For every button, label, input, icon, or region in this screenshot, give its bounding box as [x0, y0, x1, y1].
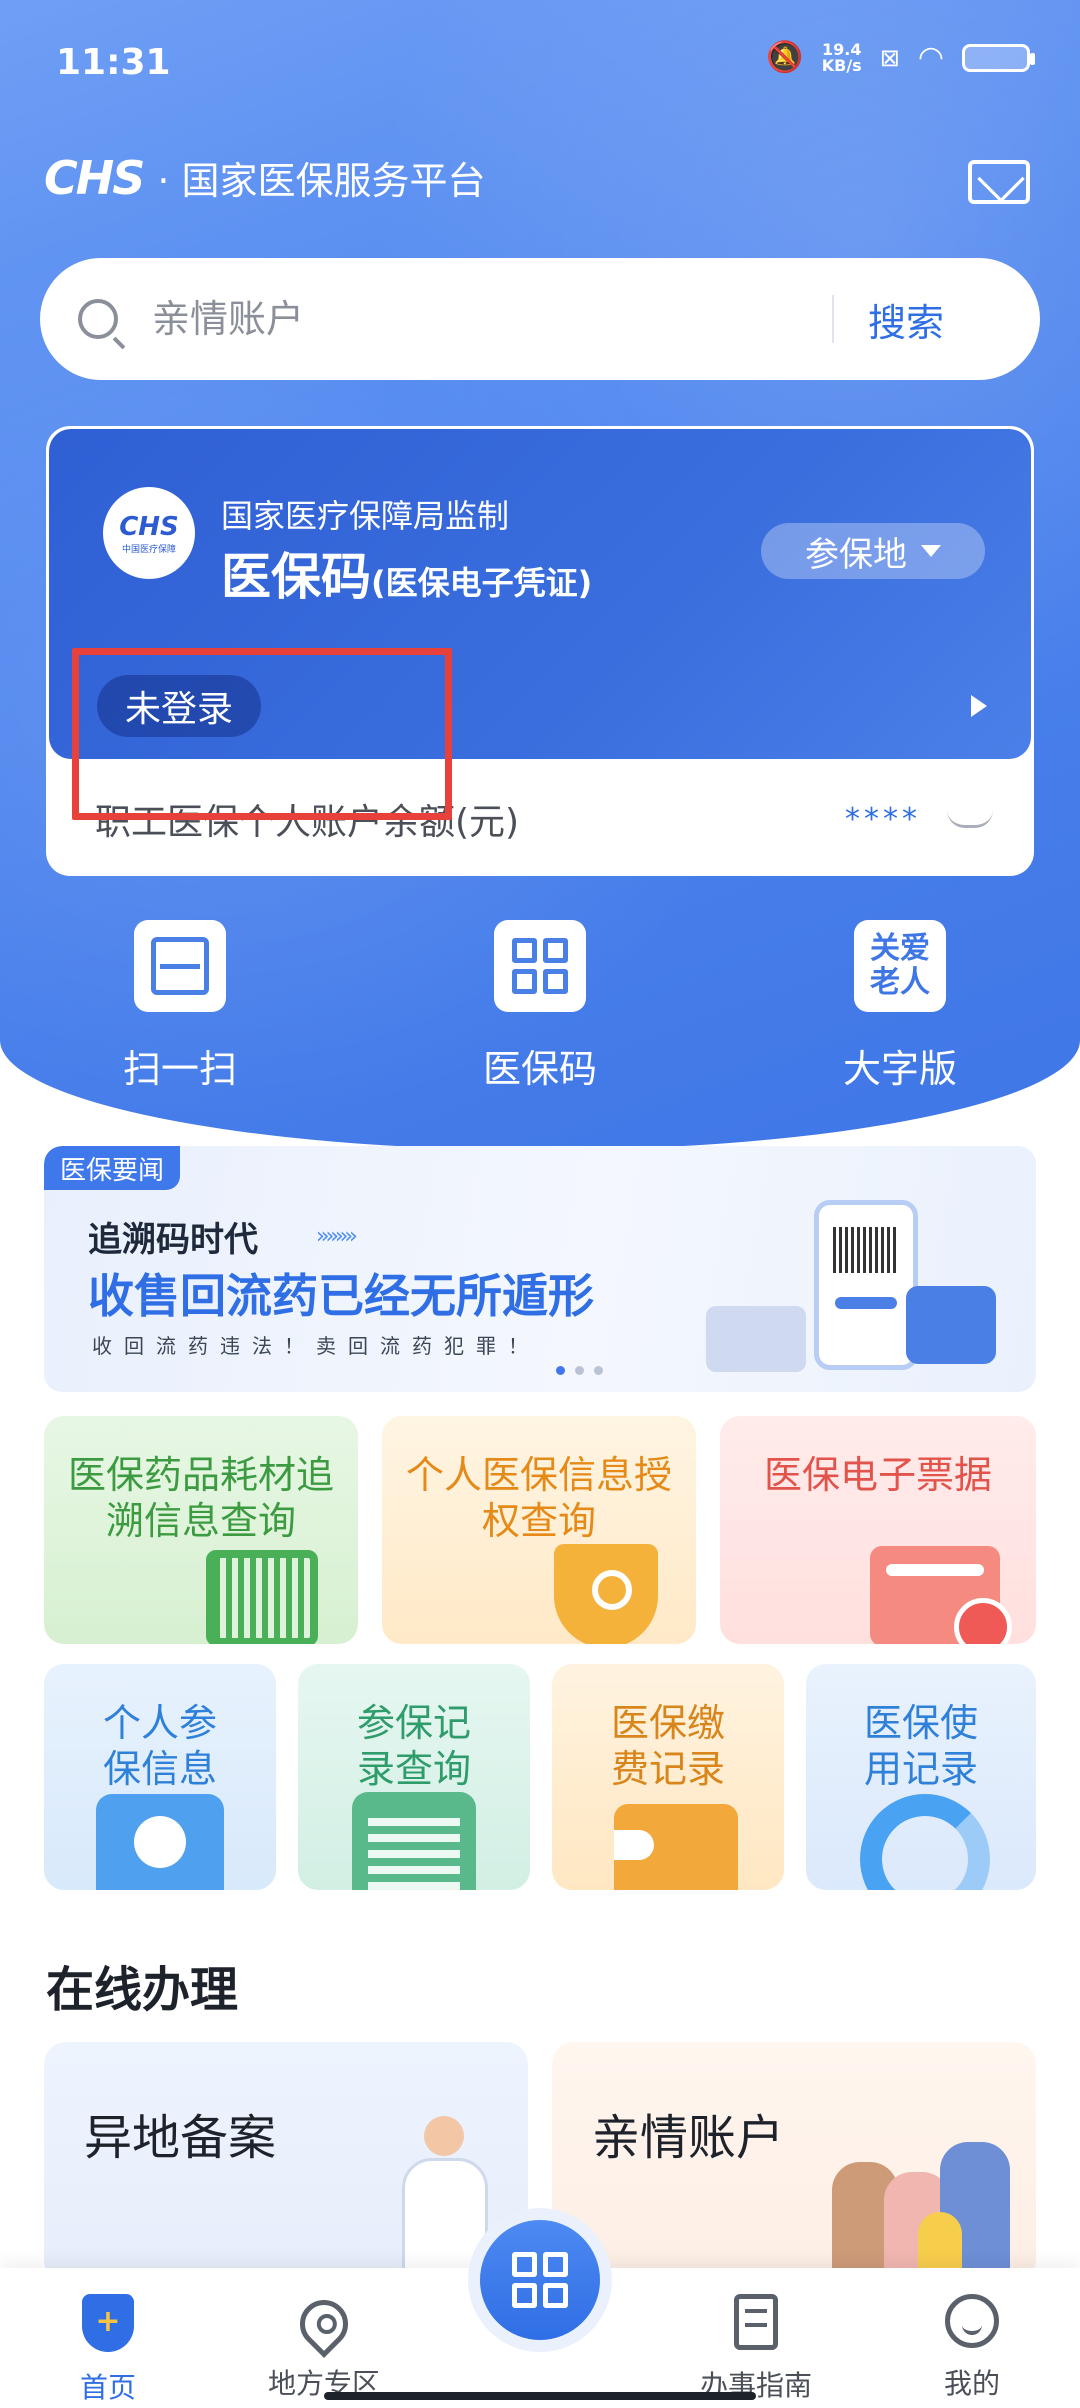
profile-icon	[945, 2294, 999, 2348]
banner-headline: 追溯码时代	[88, 1220, 258, 1260]
eye-closed-icon[interactable]	[947, 810, 993, 828]
online-item-family-account[interactable]: 亲情账户	[552, 2042, 1036, 2282]
barcode-scan-icon	[206, 1550, 318, 1644]
location-pin-icon	[290, 2290, 358, 2358]
elderly-care-icon: 关爱老人	[854, 920, 946, 1012]
carousel-dot[interactable]	[556, 1366, 565, 1375]
status-bar: 11:31 🔕 19.4 KB/s ⊠ ◠	[0, 0, 1080, 120]
play-arrow-icon[interactable]	[971, 695, 987, 717]
mail-icon[interactable]	[968, 160, 1030, 204]
tile-drug-traceability[interactable]: 医保药品耗材追溯信息查询	[44, 1416, 358, 1644]
search-input[interactable]	[152, 297, 832, 341]
nav-guide[interactable]: 办事指南	[676, 2294, 836, 2404]
search-button[interactable]: 搜索	[868, 292, 944, 347]
home-indicator[interactable]	[324, 2392, 756, 2400]
family-illustration	[832, 2122, 1022, 2282]
quick-action-qr-code[interactable]: 医保码	[360, 920, 720, 1093]
notebook-icon	[352, 1792, 476, 1890]
card-supervisor: 国家医疗保障局监制	[221, 497, 510, 535]
section-title-online: 在线办理	[46, 1962, 239, 2018]
highlight-box	[72, 648, 452, 820]
search-bar: 搜索	[40, 258, 1040, 380]
wifi-icon: ◠	[917, 40, 944, 75]
banner-subtitle: 收回流药违法！卖回流药犯罪！	[92, 1334, 540, 1358]
card-title: 医保码(医保电子凭证)	[221, 548, 593, 606]
balance-value: ****	[845, 801, 921, 837]
quick-action-large-font[interactable]: 关爱老人 大字版	[720, 920, 1080, 1093]
home-shield-icon	[82, 2294, 134, 2352]
receipt-icon	[870, 1546, 1012, 1644]
chevrons-icon: »»»»	[316, 1224, 358, 1249]
carousel-dots	[556, 1366, 603, 1375]
banner-title: 收售回流药已经无所遁形	[88, 1269, 594, 1323]
shield-key-icon	[554, 1544, 658, 1644]
person-search-icon	[96, 1794, 224, 1890]
network-speed: 19.4 KB/s	[821, 39, 862, 75]
carousel-dot[interactable]	[594, 1366, 603, 1375]
app-header: CHS · 国家医保服务平台	[44, 150, 486, 205]
chs-logo: CHS	[44, 150, 145, 205]
tile-insurance-records[interactable]: 参保记录查询	[298, 1664, 530, 1890]
chs-round-logo: CHS 中国医疗保障	[103, 487, 195, 579]
nav-home[interactable]: 首页	[28, 2294, 188, 2406]
medicine-illustration	[706, 1306, 806, 1372]
wallet-icon	[614, 1804, 738, 1890]
news-banner[interactable]: 医保要闻 追溯码时代 »»»» 收售回流药已经无所遁形 收回流药违法！卖回流药犯…	[44, 1146, 1036, 1392]
tile-payment-records[interactable]: 医保缴费记录	[552, 1664, 784, 1890]
quick-actions: 扫一扫 医保码 关爱老人 大字版	[0, 920, 1080, 1093]
status-icons: 🔕 19.4 KB/s ⊠ ◠	[766, 39, 1035, 75]
scan-icon	[134, 920, 226, 1012]
tile-electronic-receipt[interactable]: 医保电子票据	[720, 1416, 1036, 1644]
nav-local-zone[interactable]: 地方专区	[244, 2290, 404, 2402]
qr-code-icon	[494, 920, 586, 1012]
tile-authorization-query[interactable]: 个人医保信息授权查询	[382, 1416, 696, 1644]
wallet-illustration	[906, 1286, 996, 1364]
battery-icon	[962, 43, 1035, 72]
platform-title: · 国家医保服务平台	[157, 159, 486, 203]
qr-code-icon	[512, 2252, 568, 2308]
insured-location-dropdown[interactable]: 参保地	[761, 523, 985, 579]
donut-chart-icon	[860, 1794, 990, 1890]
sim-icon: ⊠	[879, 43, 900, 72]
document-icon	[734, 2294, 778, 2350]
phone-barcode-illustration	[814, 1200, 918, 1370]
online-item-remote-filing[interactable]: 异地备案	[44, 2042, 528, 2282]
center-qr-button[interactable]	[468, 2208, 612, 2352]
mute-icon: 🔕	[766, 40, 804, 75]
search-divider	[832, 295, 834, 343]
carousel-dot[interactable]	[575, 1366, 584, 1375]
banner-tag: 医保要闻	[44, 1146, 181, 1190]
nav-profile[interactable]: 我的	[892, 2294, 1052, 2402]
tile-personal-insurance-info[interactable]: 个人参保信息	[44, 1664, 276, 1890]
tile-usage-records[interactable]: 医保使用记录	[806, 1664, 1036, 1890]
chevron-down-icon	[921, 545, 941, 557]
search-icon	[78, 299, 118, 339]
quick-action-scan[interactable]: 扫一扫	[0, 920, 360, 1093]
status-time: 11:31	[56, 42, 171, 83]
